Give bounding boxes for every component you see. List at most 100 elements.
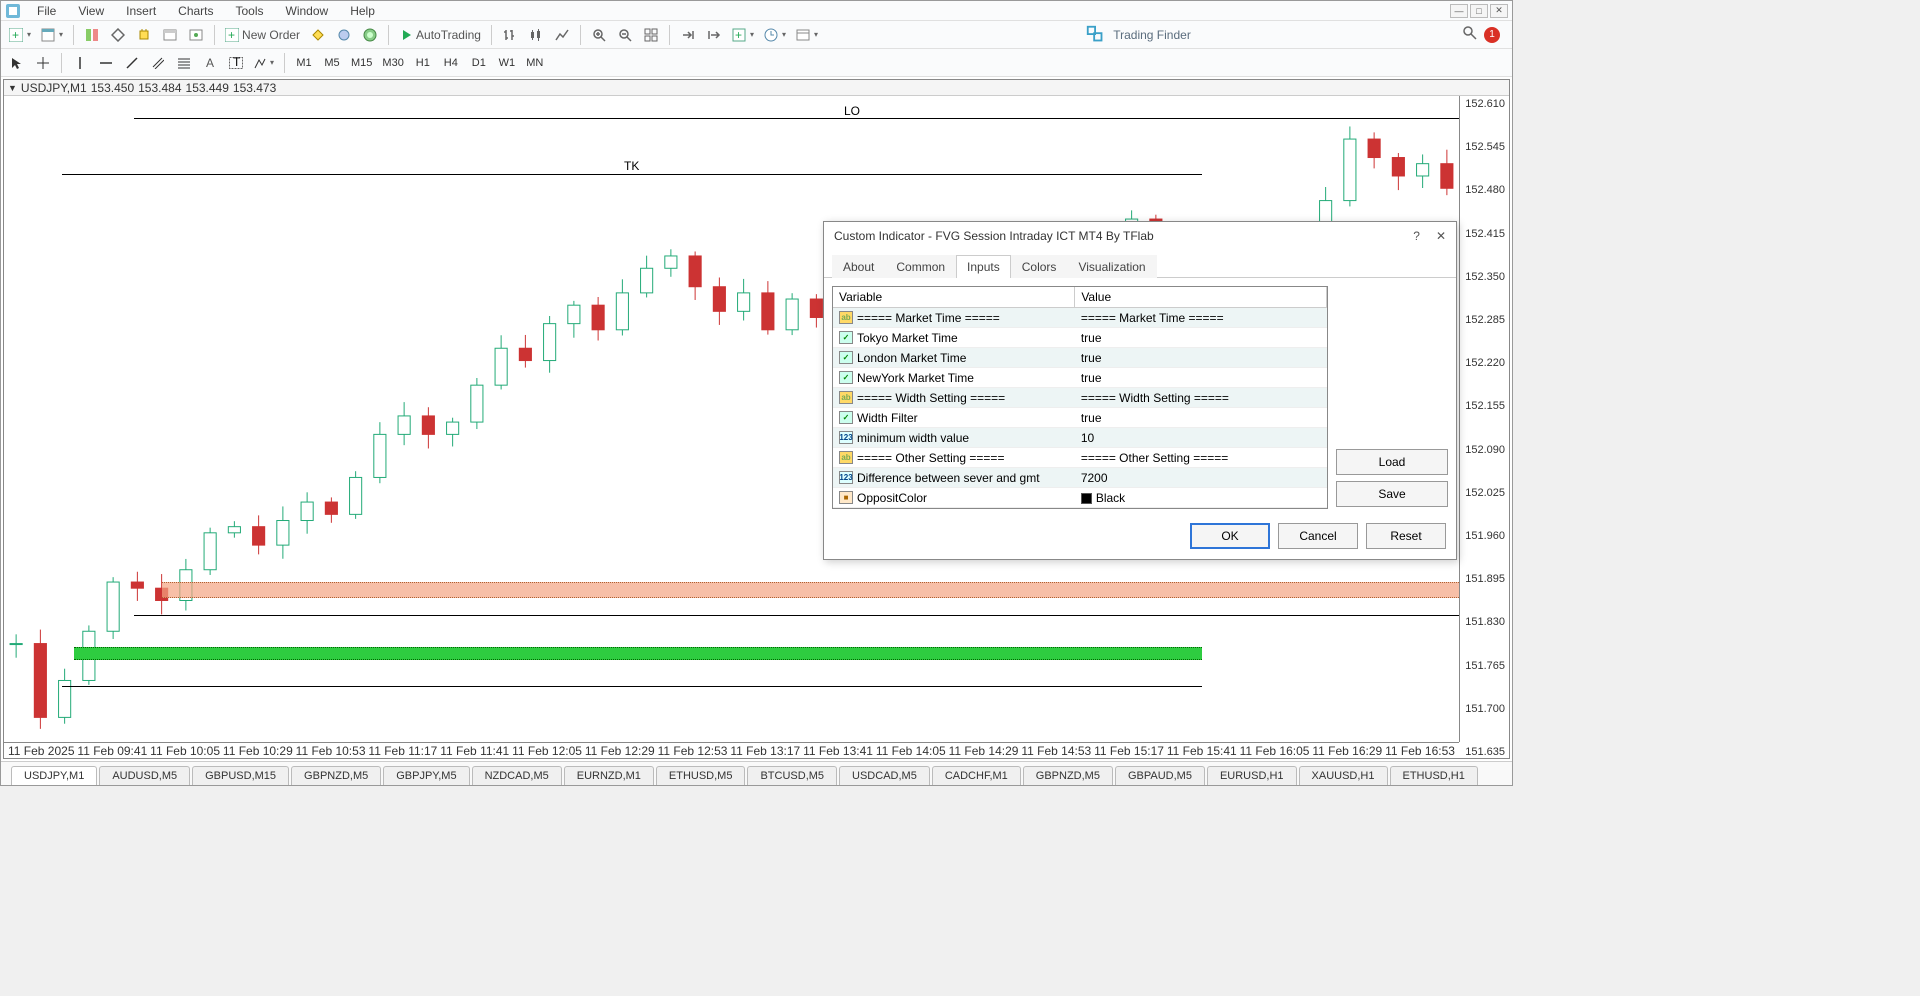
- metaquotes-icon[interactable]: [306, 24, 330, 46]
- chart-tab[interactable]: EURNZD,M1: [564, 766, 654, 785]
- table-row[interactable]: ■OppositColorBlack: [833, 488, 1327, 508]
- chart-tab[interactable]: GBPUSD,M15: [192, 766, 289, 785]
- profile-icon[interactable]: ▾: [37, 24, 67, 46]
- cursor-icon[interactable]: [5, 52, 29, 74]
- new-order-button[interactable]: +New Order: [221, 24, 304, 46]
- inputs-table[interactable]: Variable Value ab===== Market Time =====…: [832, 286, 1328, 509]
- templates-icon[interactable]: ▾: [792, 24, 822, 46]
- equidistant-icon[interactable]: [146, 52, 170, 74]
- param-value: ===== Other Setting =====: [1081, 451, 1228, 465]
- chart-tab[interactable]: USDJPY,M1: [11, 766, 97, 785]
- table-row[interactable]: ✓London Market Timetrue: [833, 348, 1327, 368]
- maximize-button[interactable]: □: [1470, 4, 1488, 18]
- line-chart-icon[interactable]: [550, 24, 574, 46]
- chart-tab[interactable]: BTCUSD,M5: [747, 766, 837, 785]
- horizontal-line-icon[interactable]: [94, 52, 118, 74]
- market-watch-icon[interactable]: [80, 24, 104, 46]
- strategy-tester-icon[interactable]: [184, 24, 208, 46]
- menu-charts[interactable]: Charts: [168, 2, 223, 20]
- signals-icon[interactable]: [332, 24, 356, 46]
- chart-tab[interactable]: CADCHF,M1: [932, 766, 1021, 785]
- trendline-icon[interactable]: [120, 52, 144, 74]
- x-tick: 11 Feb 12:29: [585, 744, 655, 757]
- tab-colors[interactable]: Colors: [1011, 255, 1068, 278]
- timeframe-mn[interactable]: MN: [522, 53, 548, 73]
- chart-tab[interactable]: GBPNZD,M5: [1023, 766, 1113, 785]
- zoom-out-icon[interactable]: [613, 24, 637, 46]
- table-row[interactable]: ✓Tokyo Market Timetrue: [833, 328, 1327, 348]
- timeframe-m1[interactable]: M1: [291, 53, 317, 73]
- x-tick: 11 Feb 12:53: [658, 744, 728, 757]
- terminal-icon[interactable]: [158, 24, 182, 46]
- timeframe-h4[interactable]: H4: [438, 53, 464, 73]
- vertical-line-icon[interactable]: [68, 52, 92, 74]
- load-button[interactable]: Load: [1336, 449, 1448, 475]
- chart-tab[interactable]: AUDUSD,M5: [99, 766, 190, 785]
- data-window-icon[interactable]: [132, 24, 156, 46]
- bar-chart-icon[interactable]: [498, 24, 522, 46]
- save-button[interactable]: Save: [1336, 481, 1448, 507]
- vps-icon[interactable]: [358, 24, 382, 46]
- table-row[interactable]: 123minimum width value10: [833, 428, 1327, 448]
- zoom-in-icon[interactable]: [587, 24, 611, 46]
- close-icon[interactable]: ✕: [1436, 229, 1446, 243]
- chart-tab[interactable]: XAUUSD,H1: [1299, 766, 1388, 785]
- chart-tab[interactable]: ETHUSD,H1: [1390, 766, 1478, 785]
- timeframe-m15[interactable]: M15: [347, 53, 376, 73]
- menu-tools[interactable]: Tools: [226, 2, 274, 20]
- crosshair-icon[interactable]: [31, 52, 55, 74]
- timeframe-d1[interactable]: D1: [466, 53, 492, 73]
- table-row[interactable]: ab===== Market Time ========== Market Ti…: [833, 308, 1327, 328]
- chart-tab[interactable]: GBPAUD,M5: [1115, 766, 1205, 785]
- menu-insert[interactable]: Insert: [116, 2, 166, 20]
- table-row[interactable]: ✓Width Filtertrue: [833, 408, 1327, 428]
- tile-windows-icon[interactable]: [639, 24, 663, 46]
- chart-tab[interactable]: NZDCAD,M5: [472, 766, 562, 785]
- ok-button[interactable]: OK: [1190, 523, 1270, 549]
- chart-tab[interactable]: USDCAD,M5: [839, 766, 930, 785]
- text-label-icon[interactable]: T: [224, 52, 248, 74]
- close-button[interactable]: ✕: [1490, 4, 1508, 18]
- fibonacci-icon[interactable]: [172, 52, 196, 74]
- periodicity-icon[interactable]: ▾: [760, 24, 790, 46]
- tab-visualization[interactable]: Visualization: [1067, 255, 1156, 278]
- menu-window[interactable]: Window: [276, 2, 339, 20]
- reset-button[interactable]: Reset: [1366, 523, 1446, 549]
- text-icon[interactable]: A: [198, 52, 222, 74]
- timeframe-m5[interactable]: M5: [319, 53, 345, 73]
- menu-file[interactable]: File: [27, 2, 66, 20]
- candle-chart-icon[interactable]: [524, 24, 548, 46]
- cancel-button[interactable]: Cancel: [1278, 523, 1358, 549]
- tab-common[interactable]: Common: [885, 255, 956, 278]
- minimize-button[interactable]: —: [1450, 4, 1468, 18]
- tab-inputs[interactable]: Inputs: [956, 255, 1011, 278]
- param-value: 7200: [1081, 471, 1108, 485]
- chart-tab[interactable]: GBPNZD,M5: [291, 766, 381, 785]
- notification-badge[interactable]: 1: [1484, 27, 1500, 43]
- menu-view[interactable]: View: [68, 2, 114, 20]
- timeframe-m30[interactable]: M30: [378, 53, 407, 73]
- objects-icon[interactable]: ▾: [250, 52, 278, 74]
- help-icon[interactable]: ?: [1413, 229, 1420, 243]
- timeframe-w1[interactable]: W1: [494, 53, 520, 73]
- shift-end-icon[interactable]: [676, 24, 700, 46]
- dialog-titlebar[interactable]: Custom Indicator - FVG Session Intraday …: [824, 222, 1456, 250]
- indicators-icon[interactable]: +▾: [728, 24, 758, 46]
- menu-help[interactable]: Help: [340, 2, 385, 20]
- table-row[interactable]: ab===== Other Setting ========== Other S…: [833, 448, 1327, 468]
- search-icon[interactable]: [1462, 25, 1478, 44]
- chart-tab[interactable]: EURUSD,H1: [1207, 766, 1297, 785]
- table-row[interactable]: 123Difference between sever and gmt7200: [833, 468, 1327, 488]
- chart-shift-icon[interactable]: [702, 24, 726, 46]
- type-icon: ■: [839, 491, 853, 504]
- chart-tab[interactable]: GBPJPY,M5: [383, 766, 469, 785]
- chart-tab[interactable]: ETHUSD,M5: [656, 766, 746, 785]
- new-chart-icon[interactable]: +▾: [5, 24, 35, 46]
- table-row[interactable]: ✓NewYork Market Timetrue: [833, 368, 1327, 388]
- timeframe-h1[interactable]: H1: [410, 53, 436, 73]
- auto-trading-button[interactable]: AutoTrading: [395, 24, 485, 46]
- table-row[interactable]: ab===== Width Setting ========== Width S…: [833, 388, 1327, 408]
- navigator-icon[interactable]: [106, 24, 130, 46]
- tab-about[interactable]: About: [832, 255, 885, 278]
- x-tick: 11 Feb 2025: [8, 744, 75, 757]
